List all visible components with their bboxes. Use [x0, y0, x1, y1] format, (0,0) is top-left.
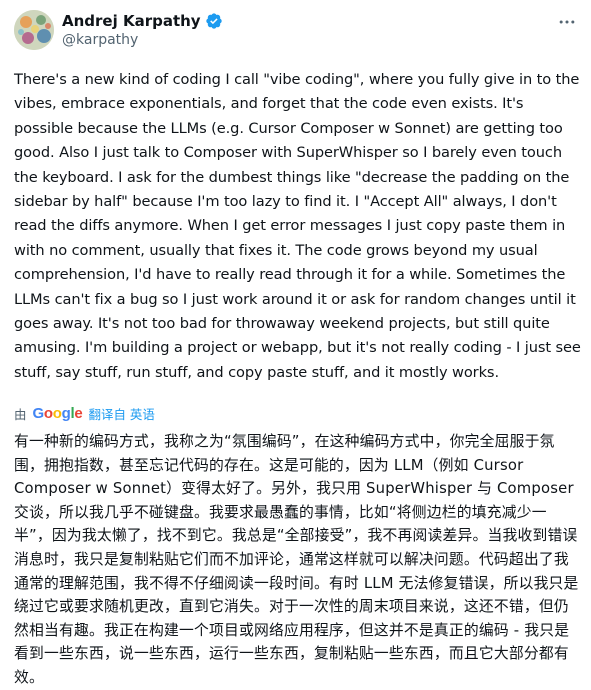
tweet-header: Andrej Karpathy @karpathy	[14, 10, 577, 50]
tweet-text: There's a new kind of coding I call "vib…	[14, 71, 581, 381]
translation-attribution: 由 Google 翻译自 英语	[14, 403, 155, 423]
translation-by-label: 由	[14, 406, 27, 422]
translation-source-link[interactable]: 翻译自 英语	[88, 404, 154, 423]
avatar[interactable]	[14, 10, 54, 50]
author-block: Andrej Karpathy @karpathy	[62, 11, 223, 48]
avatar-image	[14, 10, 54, 50]
author-handle[interactable]: @karpathy	[62, 32, 223, 48]
verified-badge-icon[interactable]	[205, 12, 223, 30]
google-logo: Google	[32, 404, 83, 422]
translated-text: 有一种新的编码方式，我称之为“氛围编码”，在这种编码方式中，你完全屈服于氛围，拥…	[14, 433, 579, 686]
more-options-icon[interactable]	[557, 12, 577, 32]
author-name[interactable]: Andrej Karpathy	[62, 12, 201, 30]
